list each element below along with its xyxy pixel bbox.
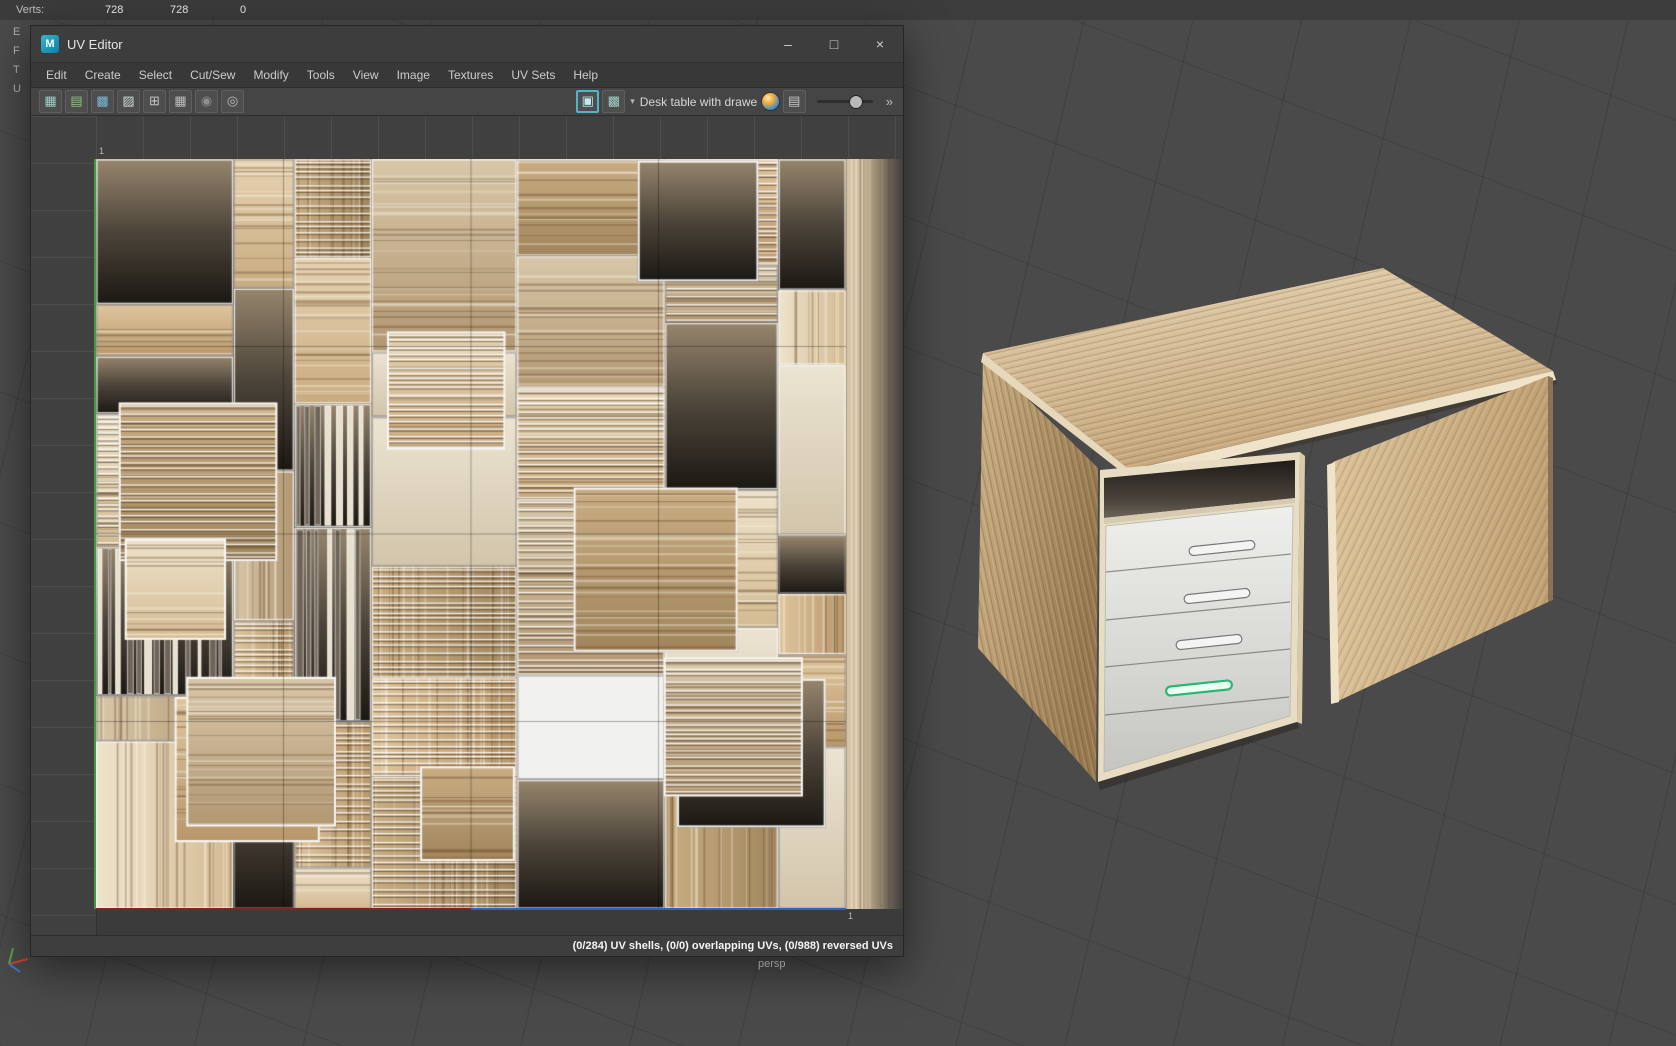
uv-status-bar: (0/284) UV shells, (0/0) overlapping UVs… — [31, 935, 903, 956]
uv-shell-stats: (0/284) UV shells, (0/0) overlapping UVs… — [572, 940, 893, 952]
verts-label: Verts: — [16, 4, 45, 16]
image-range-icon[interactable]: ▤ — [782, 90, 806, 113]
menu-create[interactable]: Create — [76, 65, 130, 85]
grid-display-icon[interactable]: ⊞ — [143, 90, 166, 113]
exposure-slider[interactable] — [816, 95, 873, 109]
ruler-left — [31, 116, 97, 935]
menu-cut-sew[interactable]: Cut/Sew — [181, 65, 244, 85]
uv-display-icon[interactable]: ▦ — [39, 90, 62, 113]
checker-display-icon[interactable]: ▨ — [117, 90, 140, 113]
ruler-top — [96, 116, 903, 160]
menu-select[interactable]: Select — [130, 65, 181, 85]
v-axis-line — [94, 159, 96, 909]
dim-image-icon[interactable]: ◉ — [195, 90, 218, 113]
verts-count-3: 0 — [240, 4, 247, 16]
chevron-down-icon[interactable]: ▾ — [630, 96, 635, 107]
texture-name-label[interactable]: Desk table with drawers — [640, 95, 758, 109]
uv-canvas[interactable] — [96, 159, 903, 909]
panel-letter: U — [13, 83, 21, 95]
checker-pattern-icon[interactable]: ▩ — [602, 90, 626, 113]
menu-uv-sets[interactable]: UV Sets — [502, 65, 564, 85]
desk-model[interactable] — [950, 250, 1570, 795]
verts-count-2: 728 — [170, 4, 189, 16]
menu-edit[interactable]: Edit — [37, 65, 76, 85]
panel-letter: T — [13, 64, 20, 76]
camera-label: persp — [758, 958, 786, 970]
title-bar[interactable]: M UV Editor – □ × — [31, 26, 903, 63]
pixel-snap-icon[interactable]: ▦ — [169, 90, 192, 113]
window-title: UV Editor — [67, 36, 123, 52]
heads-up-display: Verts: 728 728 0 — [0, 0, 1676, 20]
close-button[interactable]: × — [857, 26, 903, 62]
slider-knob[interactable] — [848, 95, 863, 109]
material-sphere-icon[interactable] — [760, 92, 780, 111]
distortion-display-icon[interactable]: ▩ — [91, 90, 114, 113]
maximize-button[interactable]: □ — [811, 26, 857, 62]
uv-snapshot-icon[interactable]: ◎ — [221, 90, 244, 113]
menu-bar: Edit Create Select Cut/Sew Modify Tools … — [31, 63, 903, 88]
minimize-button[interactable]: – — [765, 26, 811, 62]
maya-logo-icon: M — [41, 35, 59, 53]
textured-view-icon[interactable]: ▣ — [576, 90, 600, 113]
toolbar: ▦ ▤ ▩ ▨ ⊞ ▦ ◉ ◎ ▣ ▩ ▾ Desk table with dr… — [31, 88, 903, 116]
verts-count-1: 728 — [105, 4, 124, 16]
grid-label-top: 1 — [99, 146, 105, 156]
shaded-uv-icon[interactable]: ▤ — [65, 90, 88, 113]
menu-tools[interactable]: Tools — [298, 65, 344, 85]
toolbar-expand-icon[interactable]: » — [884, 94, 895, 109]
u-axis-line — [96, 908, 471, 910]
uv-editor-window: M UV Editor – □ × Edit Create Select Cut… — [30, 25, 904, 957]
grid-axis-line — [471, 908, 846, 910]
uv-canvas-region[interactable]: 1 1 — [31, 116, 903, 935]
menu-image[interactable]: Image — [388, 65, 439, 85]
menu-view[interactable]: View — [344, 65, 388, 85]
panel-letter: E — [13, 26, 21, 38]
menu-textures[interactable]: Textures — [439, 65, 502, 85]
panel-letter: F — [13, 45, 20, 57]
grid-label-corner: 1 — [848, 911, 854, 921]
menu-help[interactable]: Help — [564, 65, 607, 85]
menu-modify[interactable]: Modify — [244, 65, 297, 85]
